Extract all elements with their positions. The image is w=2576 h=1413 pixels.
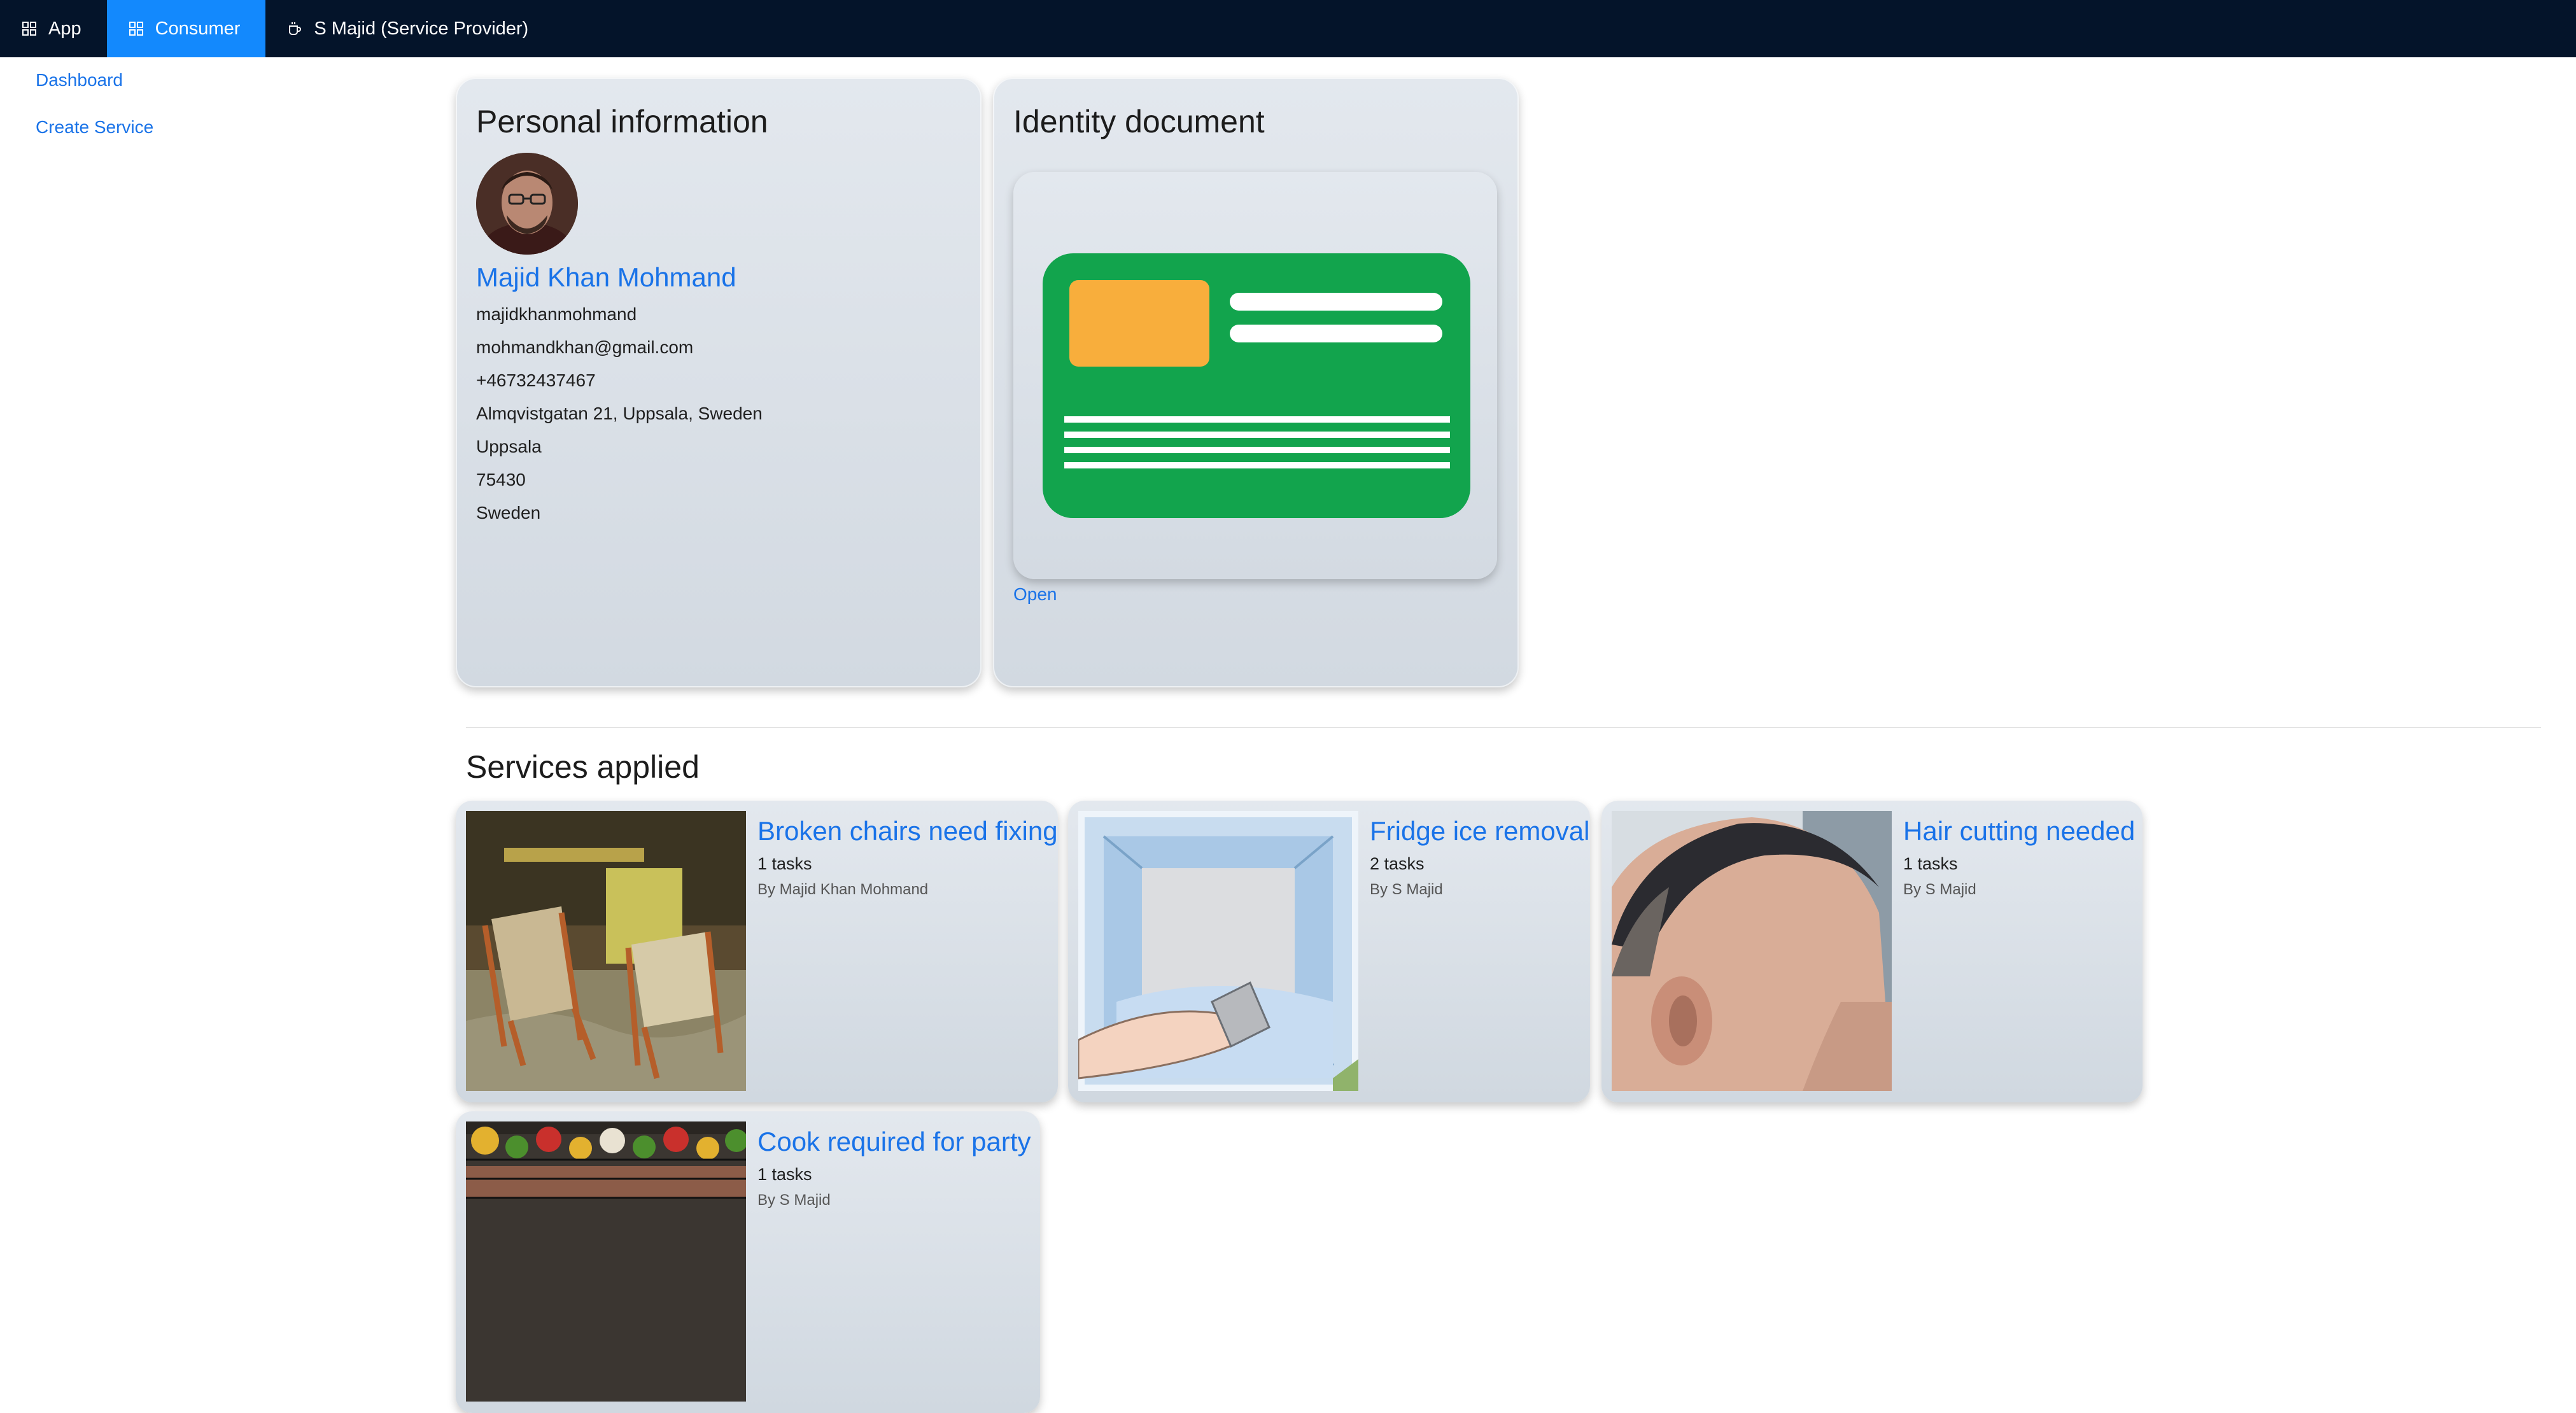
nav-service-provider[interactable]: S Majid (Service Provider) <box>265 0 554 57</box>
service-title[interactable]: Cook required for party <box>757 1127 1031 1157</box>
phone: +46732437467 <box>476 370 596 390</box>
nav-consumer[interactable]: Consumer <box>106 0 266 57</box>
service-image-grill <box>466 1121 746 1402</box>
open-document-link[interactable]: Open <box>1013 584 1057 605</box>
service-author: By Majid Khan Mohmand <box>757 881 929 898</box>
nav-app[interactable]: App <box>0 0 107 57</box>
service-tasks: 1 tasks <box>757 1165 812 1184</box>
identity-document-preview[interactable] <box>1013 172 1497 579</box>
service-image-chairs <box>466 811 746 1091</box>
service-title[interactable]: Hair cutting needed <box>1903 816 2135 847</box>
country: Sweden <box>476 503 541 523</box>
identity-document-title: Identity document <box>1013 104 1265 139</box>
profile-name-link[interactable]: Majid Khan Mohmand <box>476 262 736 293</box>
grid-icon <box>22 22 36 36</box>
address: Almqvistgatan 21, Uppsala, Sweden <box>476 404 763 423</box>
service-card[interactable]: Fridge ice removal 2 tasks By S Majid <box>1068 801 1590 1102</box>
nav-consumer-label: Consumer <box>155 18 241 39</box>
mug-icon <box>289 22 302 35</box>
username: majidkhanmohmand <box>476 304 637 324</box>
section-divider <box>466 727 2541 728</box>
grid-icon <box>129 22 143 36</box>
service-image-fridge <box>1078 811 1358 1091</box>
service-tasks: 1 tasks <box>757 854 812 873</box>
service-title[interactable]: Broken chairs need fixing <box>757 816 1058 847</box>
service-author: By S Majid <box>757 1192 831 1209</box>
identity-document-card: Identity document Open <box>993 78 1519 687</box>
service-tasks: 1 tasks <box>1903 854 1958 873</box>
personal-information-card: Personal information Majid Khan Mohmand … <box>456 78 982 687</box>
id-card-icon <box>1043 253 1470 518</box>
service-author: By S Majid <box>1370 881 1443 898</box>
personal-information-title: Personal information <box>476 104 768 139</box>
postal-code: 75430 <box>476 470 526 489</box>
nav-app-label: App <box>48 18 81 39</box>
top-navbar: App Consumer S Majid (Service Provider) <box>0 0 2576 57</box>
sidebar-item-dashboard[interactable]: Dashboard <box>36 70 153 90</box>
nav-service-provider-label: S Majid (Service Provider) <box>314 18 529 39</box>
city: Uppsala <box>476 437 542 456</box>
service-author: By S Majid <box>1903 881 1976 898</box>
sidebar: Dashboard Create Service <box>36 70 153 164</box>
services-applied-title: Services applied <box>466 749 700 785</box>
service-tasks: 2 tasks <box>1370 854 1425 873</box>
sidebar-item-create-service[interactable]: Create Service <box>36 117 153 137</box>
email: mohmandkhan@gmail.com <box>476 337 694 357</box>
avatar <box>476 153 578 255</box>
service-title[interactable]: Fridge ice removal <box>1370 816 1589 847</box>
service-image-haircut <box>1612 811 1892 1091</box>
profile-details: majidkhanmohmand mohmandkhan@gmail.com +… <box>476 298 763 530</box>
service-card[interactable]: Hair cutting needed 1 tasks By S Majid <box>1601 801 2143 1102</box>
service-card[interactable]: Broken chairs need fixing 1 tasks By Maj… <box>456 801 1058 1102</box>
service-card[interactable]: Cook required for party 1 tasks By S Maj… <box>456 1111 1040 1413</box>
